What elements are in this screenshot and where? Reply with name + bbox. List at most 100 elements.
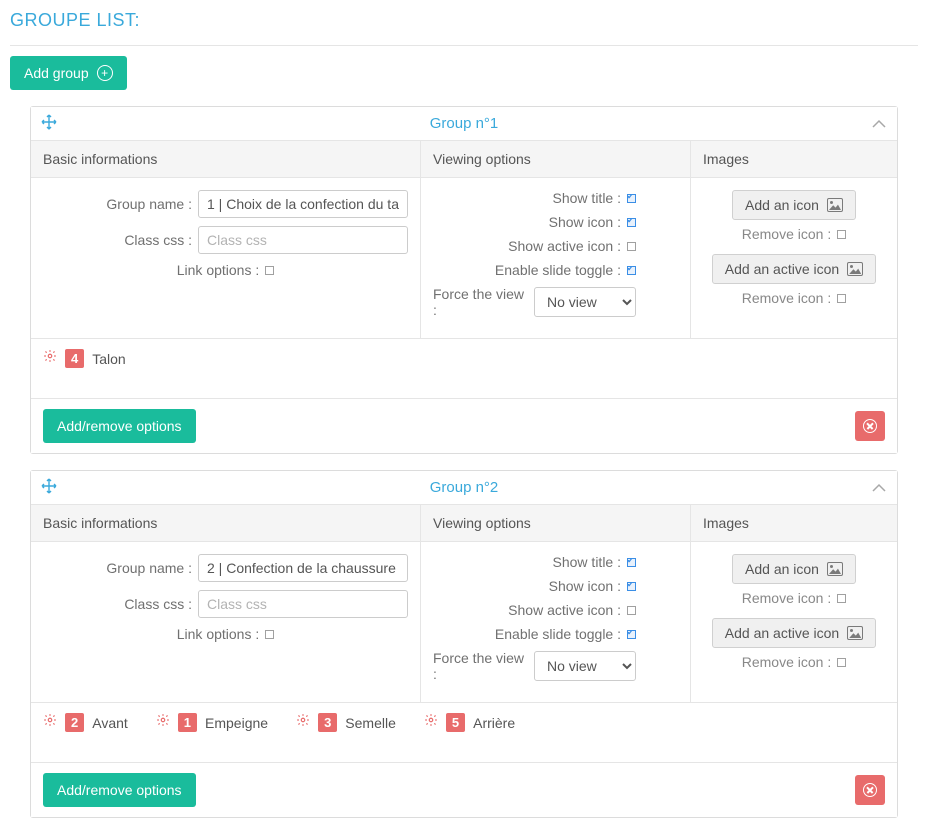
group-name-input[interactable] bbox=[198, 190, 408, 218]
add-active-icon-label: Add an active icon bbox=[725, 261, 839, 277]
image-icon bbox=[827, 198, 843, 212]
tag-badge: 2 bbox=[65, 713, 84, 732]
add-remove-options-label: Add/remove options bbox=[57, 418, 182, 434]
col-header-basic: Basic informations bbox=[31, 141, 421, 177]
force-view-label: Force the view : bbox=[433, 650, 528, 682]
group-header: Group n°2 bbox=[31, 471, 897, 505]
class-css-label: Class css : bbox=[124, 232, 192, 248]
enable-slide-label: Enable slide toggle : bbox=[495, 626, 621, 642]
show-icon-label: Show icon : bbox=[549, 214, 621, 230]
show-icon-checkbox[interactable] bbox=[627, 582, 636, 591]
chevron-up-icon[interactable] bbox=[871, 483, 887, 493]
gear-icon[interactable] bbox=[296, 713, 310, 732]
delete-group-button[interactable] bbox=[855, 775, 885, 805]
class-css-input[interactable] bbox=[198, 590, 408, 618]
tag-item: 4 Talon bbox=[43, 349, 126, 368]
col-header-images: Images bbox=[691, 505, 897, 541]
link-options-label: Link options : bbox=[177, 262, 260, 278]
chevron-up-icon[interactable] bbox=[871, 119, 887, 129]
remove-active-icon-label: Remove icon : bbox=[742, 290, 831, 306]
add-remove-options-label: Add/remove options bbox=[57, 782, 182, 798]
gear-icon[interactable] bbox=[424, 713, 438, 732]
remove-active-icon-checkbox[interactable] bbox=[837, 294, 846, 303]
group-title: Group n°2 bbox=[430, 479, 499, 496]
tags-row: 2 Avant 1 Empeigne 3 Semelle bbox=[31, 702, 897, 762]
show-title-checkbox[interactable] bbox=[627, 558, 636, 567]
add-icon-label: Add an icon bbox=[745, 197, 819, 213]
show-active-icon-checkbox[interactable] bbox=[627, 242, 636, 251]
show-title-label: Show title : bbox=[553, 554, 621, 570]
enable-slide-checkbox[interactable] bbox=[627, 266, 636, 275]
show-icon-label: Show icon : bbox=[549, 578, 621, 594]
show-icon-checkbox[interactable] bbox=[627, 218, 636, 227]
show-active-icon-checkbox[interactable] bbox=[627, 606, 636, 615]
col-header-viewing: Viewing options bbox=[421, 505, 691, 541]
show-title-checkbox[interactable] bbox=[627, 194, 636, 203]
col-header-images: Images bbox=[691, 141, 897, 177]
image-icon bbox=[847, 262, 863, 276]
tag-text: Avant bbox=[92, 715, 128, 731]
gear-icon[interactable] bbox=[43, 713, 57, 732]
group-footer: Add/remove options bbox=[31, 762, 897, 817]
class-css-input[interactable] bbox=[198, 226, 408, 254]
basic-info-body: Group name : Class css : Link options : bbox=[31, 542, 421, 702]
columns-body: Group name : Class css : Link options : … bbox=[31, 178, 897, 338]
tag-item: 3 Semelle bbox=[296, 713, 396, 732]
add-icon-button[interactable]: Add an icon bbox=[732, 554, 856, 584]
remove-icon-checkbox[interactable] bbox=[837, 230, 846, 239]
columns-header: Basic informations Viewing options Image… bbox=[31, 505, 897, 542]
gear-icon[interactable] bbox=[156, 713, 170, 732]
remove-active-icon-label: Remove icon : bbox=[742, 654, 831, 670]
tag-badge: 4 bbox=[65, 349, 84, 368]
add-remove-options-button[interactable]: Add/remove options bbox=[43, 409, 196, 443]
tag-text: Empeigne bbox=[205, 715, 268, 731]
viewing-options-body: Show title : Show icon : Show active ico… bbox=[421, 542, 691, 702]
add-active-icon-button[interactable]: Add an active icon bbox=[712, 254, 876, 284]
class-css-label: Class css : bbox=[124, 596, 192, 612]
show-active-icon-label: Show active icon : bbox=[508, 238, 621, 254]
drag-handle-icon[interactable] bbox=[41, 478, 57, 498]
add-active-icon-button[interactable]: Add an active icon bbox=[712, 618, 876, 648]
force-view-label: Force the view : bbox=[433, 286, 528, 318]
add-active-icon-label: Add an active icon bbox=[725, 625, 839, 641]
link-options-checkbox[interactable] bbox=[265, 630, 274, 639]
viewing-options-body: Show title : Show icon : Show active ico… bbox=[421, 178, 691, 338]
group-name-label: Group name : bbox=[106, 560, 192, 576]
delete-group-button[interactable] bbox=[855, 411, 885, 441]
add-remove-options-button[interactable]: Add/remove options bbox=[43, 773, 196, 807]
remove-icon-label: Remove icon : bbox=[742, 226, 831, 242]
group-name-label: Group name : bbox=[106, 196, 192, 212]
remove-active-icon-row: Remove icon : bbox=[742, 654, 846, 670]
add-group-button[interactable]: Add group + bbox=[10, 56, 127, 90]
remove-active-icon-checkbox[interactable] bbox=[837, 658, 846, 667]
remove-icon-checkbox[interactable] bbox=[837, 594, 846, 603]
close-circle-icon bbox=[863, 419, 877, 433]
tag-badge: 1 bbox=[178, 713, 197, 732]
remove-icon-row: Remove icon : bbox=[742, 590, 846, 606]
drag-handle-icon[interactable] bbox=[41, 114, 57, 134]
image-icon bbox=[827, 562, 843, 576]
tag-text: Arrière bbox=[473, 715, 515, 731]
force-view-select[interactable]: No view bbox=[534, 287, 636, 317]
col-header-viewing: Viewing options bbox=[421, 141, 691, 177]
enable-slide-checkbox[interactable] bbox=[627, 630, 636, 639]
tag-item: 2 Avant bbox=[43, 713, 128, 732]
add-icon-button[interactable]: Add an icon bbox=[732, 190, 856, 220]
image-icon bbox=[847, 626, 863, 640]
group-panel: Group n°1 Basic informations Viewing opt… bbox=[30, 106, 898, 454]
tags-row: 4 Talon bbox=[31, 338, 897, 398]
show-active-icon-label: Show active icon : bbox=[508, 602, 621, 618]
tag-badge: 3 bbox=[318, 713, 337, 732]
close-circle-icon bbox=[863, 783, 877, 797]
force-view-select[interactable]: No view bbox=[534, 651, 636, 681]
link-options-checkbox[interactable] bbox=[265, 266, 274, 275]
add-icon-label: Add an icon bbox=[745, 561, 819, 577]
group-panel: Group n°2 Basic informations Viewing opt… bbox=[30, 470, 898, 818]
columns-body: Group name : Class css : Link options : … bbox=[31, 542, 897, 702]
add-group-label: Add group bbox=[24, 65, 89, 81]
gear-icon[interactable] bbox=[43, 349, 57, 368]
basic-info-body: Group name : Class css : Link options : bbox=[31, 178, 421, 338]
group-name-input[interactable] bbox=[198, 554, 408, 582]
group-footer: Add/remove options bbox=[31, 398, 897, 453]
images-body: Add an icon Remove icon : Add an active … bbox=[691, 178, 897, 338]
